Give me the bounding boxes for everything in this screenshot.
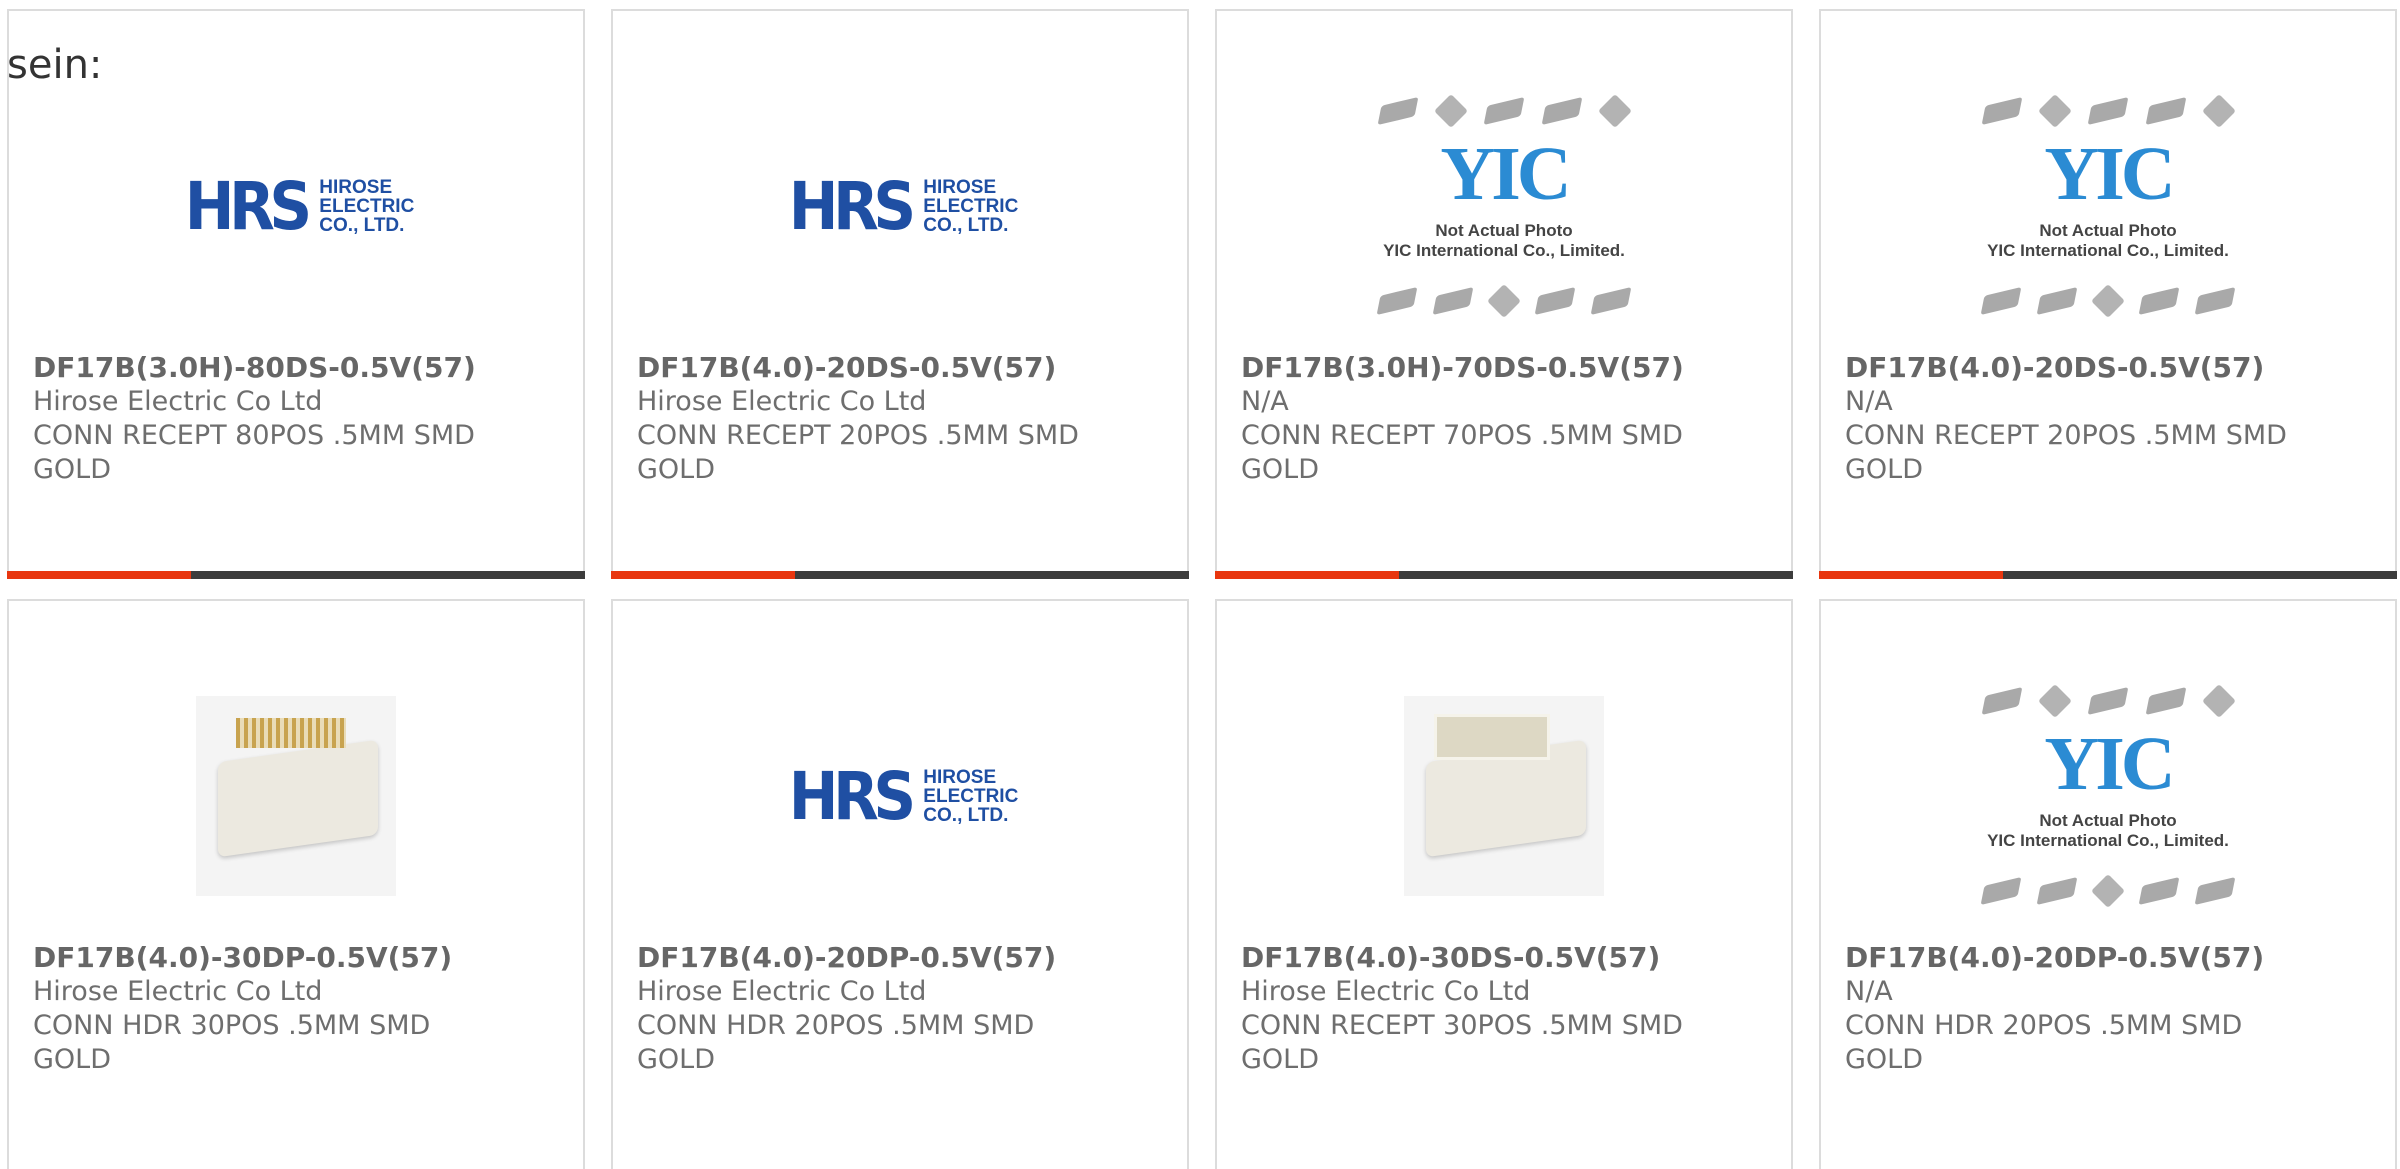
product-image[interactable] [9,651,583,941]
description-finish: GOLD [637,454,716,485]
product-card[interactable]: HRS HIROSE ELECTRIC CO., LTD. DF17B(4.0)-2… [611,9,1189,579]
card-bottom-bar [1819,571,2397,579]
product-card[interactable]: HRS HIROSE ELECTRIC CO., LTD. DF17B(3.0H)-… [7,9,585,579]
description: CONN HDR 20POS .5MM SMD [637,1010,1035,1041]
product-image[interactable]: HRS HIROSE ELECTRIC CO., LTD. [613,61,1187,351]
description: CONN RECEPT 20POS .5MM SMD [637,420,1079,451]
part-number[interactable]: DF17B(4.0)-20DP-0.5V(57) [1845,941,2385,975]
part-number[interactable]: DF17B(3.0H)-70DS-0.5V(57) [1241,351,1781,385]
card-accent [1819,571,2003,579]
yic-placeholder-image: YIC Not Actual Photo YIC International Co… [1369,86,1639,326]
description-finish: GOLD [637,1044,716,1075]
card-bottom-bar [7,571,585,579]
product-image[interactable]: YIC Not Actual Photo YIC International Co… [1821,61,2395,351]
card-accent [7,571,191,579]
connector-photo [1404,696,1604,896]
product-card[interactable]: YIC Not Actual Photo YIC International Co… [1215,9,1793,579]
manufacturer: Hirose Electric Co Ltd [637,976,927,1007]
manufacturer: Hirose Electric Co Ltd [1241,976,1531,1007]
description-finish: GOLD [1241,454,1320,485]
product-image[interactable]: YIC Not Actual Photo YIC International Co… [1217,61,1791,351]
product-card[interactable]: YIC Not Actual Photo YIC International Co… [1819,599,2397,1169]
description: CONN RECEPT 70POS .5MM SMD [1241,420,1683,451]
yic-placeholder-image: YIC Not Actual Photo YIC International Co… [1973,676,2243,916]
product-image[interactable]: HRS HIROSE ELECTRIC CO., LTD. [613,651,1187,941]
card-bottom-bar [1215,571,1793,579]
hrs-logo: HRS HIROSE ELECTRIC CO., LTD. [788,167,1019,245]
manufacturer: N/A [1845,976,1893,1007]
product-image[interactable] [1217,651,1791,941]
description-finish: GOLD [1845,454,1924,485]
hrs-logo: HRS HIROSE ELECTRIC CO., LTD. [788,757,1019,835]
part-number[interactable]: DF17B(4.0)-30DS-0.5V(57) [1241,941,1781,975]
manufacturer: Hirose Electric Co Ltd [33,386,323,417]
part-number[interactable]: DF17B(4.0)-20DS-0.5V(57) [1845,351,2385,385]
manufacturer: Hirose Electric Co Ltd [33,976,323,1007]
connector-photo [196,696,396,896]
manufacturer: Hirose Electric Co Ltd [637,386,927,417]
hrs-logo: HRS HIROSE ELECTRIC CO., LTD. [184,167,415,245]
yic-placeholder-image: YIC Not Actual Photo YIC International Co… [1973,86,2243,326]
manufacturer: N/A [1241,386,1289,417]
intro-text: sein: [7,42,103,88]
product-image[interactable]: HRS HIROSE ELECTRIC CO., LTD. [9,61,583,351]
part-number[interactable]: DF17B(4.0)-30DP-0.5V(57) [33,941,573,975]
description: CONN RECEPT 80POS .5MM SMD [33,420,475,451]
product-card[interactable]: DF17B(4.0)-30DS-0.5V(57) Hirose Electric… [1215,599,1793,1169]
part-number[interactable]: DF17B(4.0)-20DP-0.5V(57) [637,941,1177,975]
description-finish: GOLD [33,1044,112,1075]
part-number[interactable]: DF17B(4.0)-20DS-0.5V(57) [637,351,1177,385]
description: CONN HDR 20POS .5MM SMD [1845,1010,2243,1041]
description: CONN RECEPT 30POS .5MM SMD [1241,1010,1683,1041]
description: CONN HDR 30POS .5MM SMD [33,1010,431,1041]
product-card[interactable]: DF17B(4.0)-30DP-0.5V(57) Hirose Electric… [7,599,585,1169]
product-image[interactable]: YIC Not Actual Photo YIC International Co… [1821,651,2395,941]
part-number[interactable]: DF17B(3.0H)-80DS-0.5V(57) [33,351,573,385]
manufacturer: N/A [1845,386,1893,417]
card-accent [1215,571,1399,579]
card-accent [611,571,795,579]
product-card[interactable]: YIC Not Actual Photo YIC International Co… [1819,9,2397,579]
description: CONN RECEPT 20POS .5MM SMD [1845,420,2287,451]
card-bottom-bar [611,571,1189,579]
product-card[interactable]: HRS HIROSE ELECTRIC CO., LTD. DF17B(4.0)-2… [611,599,1189,1169]
description-finish: GOLD [1845,1044,1924,1075]
description-finish: GOLD [1241,1044,1320,1075]
description-finish: GOLD [33,454,112,485]
